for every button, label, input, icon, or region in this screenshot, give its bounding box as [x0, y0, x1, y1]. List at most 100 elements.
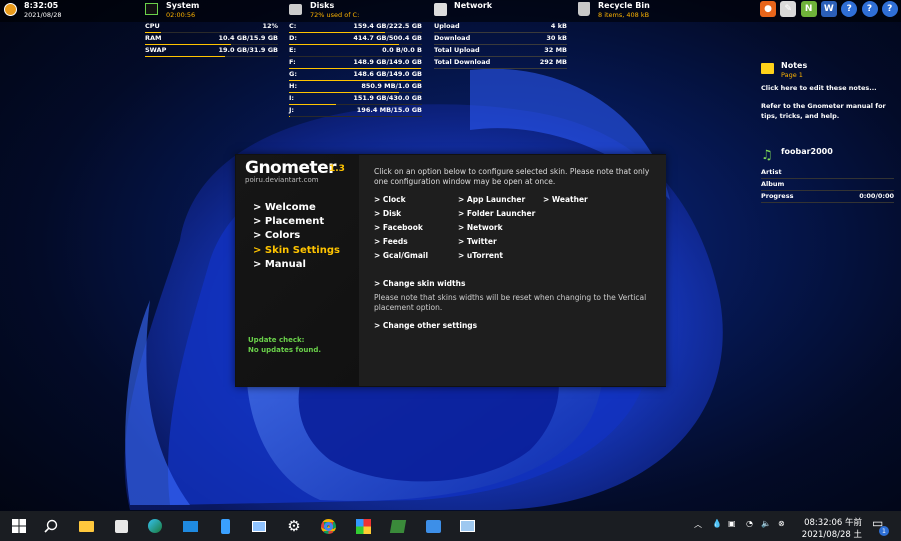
skin-option-link[interactable]: > Feeds	[374, 237, 408, 246]
foobar-row: Album	[761, 179, 894, 191]
tray-dropbox-icon[interactable]: 💧	[712, 519, 722, 528]
disk-label: J:	[289, 106, 295, 114]
notes-edit-link[interactable]: Click here to edit these notes...	[761, 83, 896, 93]
nav-item[interactable]: > Welcome	[253, 202, 316, 213]
notes-title: Notes	[781, 61, 808, 70]
skin-option-link[interactable]: > Facebook	[374, 223, 423, 232]
disk-label: G:	[289, 70, 297, 78]
recycle-bin-icon[interactable]	[578, 2, 590, 16]
system-uptime: 02:00:56	[166, 11, 196, 19]
start-windows-icon[interactable]	[10, 517, 28, 535]
remote-desktop-icon[interactable]	[458, 517, 476, 535]
store-icon[interactable]	[112, 517, 130, 535]
skin-option-link[interactable]: > Network	[458, 223, 503, 232]
network-row: Download 30 kB	[434, 33, 567, 45]
network-value: 30 kB	[546, 34, 567, 42]
taskbar-date[interactable]: 2021/08/28 土	[792, 528, 862, 540]
skin-option-link[interactable]: > App Launcher	[458, 195, 525, 204]
notepadpp-icon[interactable]: N	[800, 1, 817, 17]
file-explorer-icon[interactable]	[77, 517, 95, 535]
disk-meter-row: C: 159.4 GB/222.5 GB	[289, 21, 422, 33]
disk-bar-fill	[289, 116, 291, 117]
recycle-bin-title: Recycle Bin	[598, 1, 650, 10]
skin-option-link[interactable]: > Clock	[374, 195, 406, 204]
disk-value: 151.9 GB/430.0 GB	[353, 94, 422, 102]
system-meter-row: SWAP 19.0 GB/31.9 GB	[145, 45, 278, 57]
photos-icon[interactable]	[250, 517, 268, 535]
skin-option-link[interactable]: > uTorrent	[458, 251, 503, 260]
disk-bar	[289, 116, 422, 117]
brand-site: poiru.deviantart.com	[245, 176, 319, 184]
clock-time: 8:32:05	[24, 1, 59, 10]
notes-page: Page 1	[781, 71, 803, 79]
meter-value: 19.0 GB/31.9 GB	[218, 46, 278, 54]
disk-meter-row: G: 148.6 GB/149.0 GB	[289, 69, 422, 81]
tool-app-icon[interactable]	[389, 517, 407, 535]
notes-help-text: Refer to the Gnometer manual for tips, t…	[761, 102, 886, 120]
network-row: Upload 4 kB	[434, 21, 567, 33]
change-other-settings-link[interactable]: > Change other settings	[374, 321, 477, 330]
network-value: 32 MB	[544, 46, 567, 54]
disk-value: 148.6 GB/149.0 GB	[353, 70, 422, 78]
network-label: Download	[434, 34, 471, 42]
intro-text: Click on an option below to configure se…	[374, 167, 650, 186]
skin-option-link[interactable]: > Weather	[543, 195, 588, 204]
word-icon[interactable]: W	[820, 1, 837, 17]
nav-item[interactable]: > Placement	[253, 216, 324, 227]
tray-device-icon[interactable]: ▣	[728, 519, 736, 528]
skin-option-link[interactable]: > Gcal/Gmail	[374, 251, 428, 260]
notepad-icon[interactable]: ✎	[780, 1, 797, 17]
disk-meter-row: J: 196.4 MB/15.0 GB	[289, 105, 422, 117]
settings-gear-icon[interactable]: ⚙	[285, 517, 303, 535]
puzzle-app-icon[interactable]	[354, 517, 372, 535]
clock-icon	[4, 3, 17, 16]
foobar-label: Artist	[761, 168, 782, 176]
network-value: 4 kB	[550, 22, 567, 30]
disk-meter-row: I: 151.9 GB/430.0 GB	[289, 93, 422, 105]
nav-item[interactable]: > Manual	[253, 259, 306, 270]
foobar-divider	[761, 202, 894, 203]
clock-date: 2021/08/28	[24, 11, 62, 19]
disk-value: 159.4 GB/222.5 GB	[353, 22, 422, 30]
network-row: Total Download 292 MB	[434, 57, 567, 69]
meter-bar-fill	[145, 56, 225, 57]
disk-meter-row: H: 850.9 MB/1.0 GB	[289, 81, 422, 93]
system-title: System	[166, 1, 200, 10]
meter-label: RAM	[145, 34, 162, 42]
tray-volume-icon[interactable]: 🔈	[761, 519, 771, 528]
tray-close-icon[interactable]: ⊗	[778, 519, 785, 528]
skin-option-link[interactable]: > Folder Launcher	[458, 209, 535, 218]
phone-icon[interactable]	[216, 517, 234, 535]
disk-label: I:	[289, 94, 295, 102]
change-skin-widths-link[interactable]: > Change skin widths	[374, 279, 465, 288]
meter-value: 10.4 GB/15.9 GB	[218, 34, 278, 42]
tray-wifi-icon[interactable]: ◔	[746, 519, 753, 528]
skin-option-link[interactable]: > Twitter	[458, 237, 497, 246]
paint-app-icon[interactable]	[424, 517, 442, 535]
nav-item[interactable]: > Colors	[253, 230, 300, 241]
mail-icon[interactable]	[181, 517, 199, 535]
update-check-title: Update check:	[248, 336, 305, 344]
edge-icon[interactable]	[146, 517, 164, 535]
disk-value: 414.7 GB/500.4 GB	[353, 34, 422, 42]
help-icon[interactable]: ?	[881, 1, 898, 17]
taskbar: ⚙ ︿ 💧 ▣ ◔ 🔈 ⊗ 08:32:06 午前 2021/08/28 土 ▭…	[0, 511, 901, 541]
help-icon[interactable]: ?	[861, 1, 878, 17]
skin-option-link[interactable]: > Disk	[374, 209, 401, 218]
disk-meter-row: E: 0.0 B/0.0 B	[289, 45, 422, 57]
disk-value: 0.0 B/0.0 B	[382, 46, 422, 54]
disk-value: 850.9 MB/1.0 GB	[361, 82, 422, 90]
search-icon[interactable]	[42, 517, 60, 535]
network-label: Total Download	[434, 58, 491, 66]
meter-value: 12%	[262, 22, 278, 30]
disk-label: F:	[289, 58, 296, 66]
brand-version: 1.3	[329, 164, 345, 174]
nav-item[interactable]: > Skin Settings	[253, 245, 340, 256]
foobar-row: Progress 0:00/0:00	[761, 191, 894, 203]
config-content: Click on an option below to configure se…	[359, 155, 666, 386]
firefox-icon[interactable]: ●	[760, 1, 776, 17]
chrome-icon[interactable]	[319, 517, 337, 535]
taskbar-time[interactable]: 08:32:06 午前	[792, 516, 862, 528]
tray-overflow-chevron-icon[interactable]: ︿	[694, 519, 702, 530]
network-value: 292 MB	[539, 58, 567, 66]
